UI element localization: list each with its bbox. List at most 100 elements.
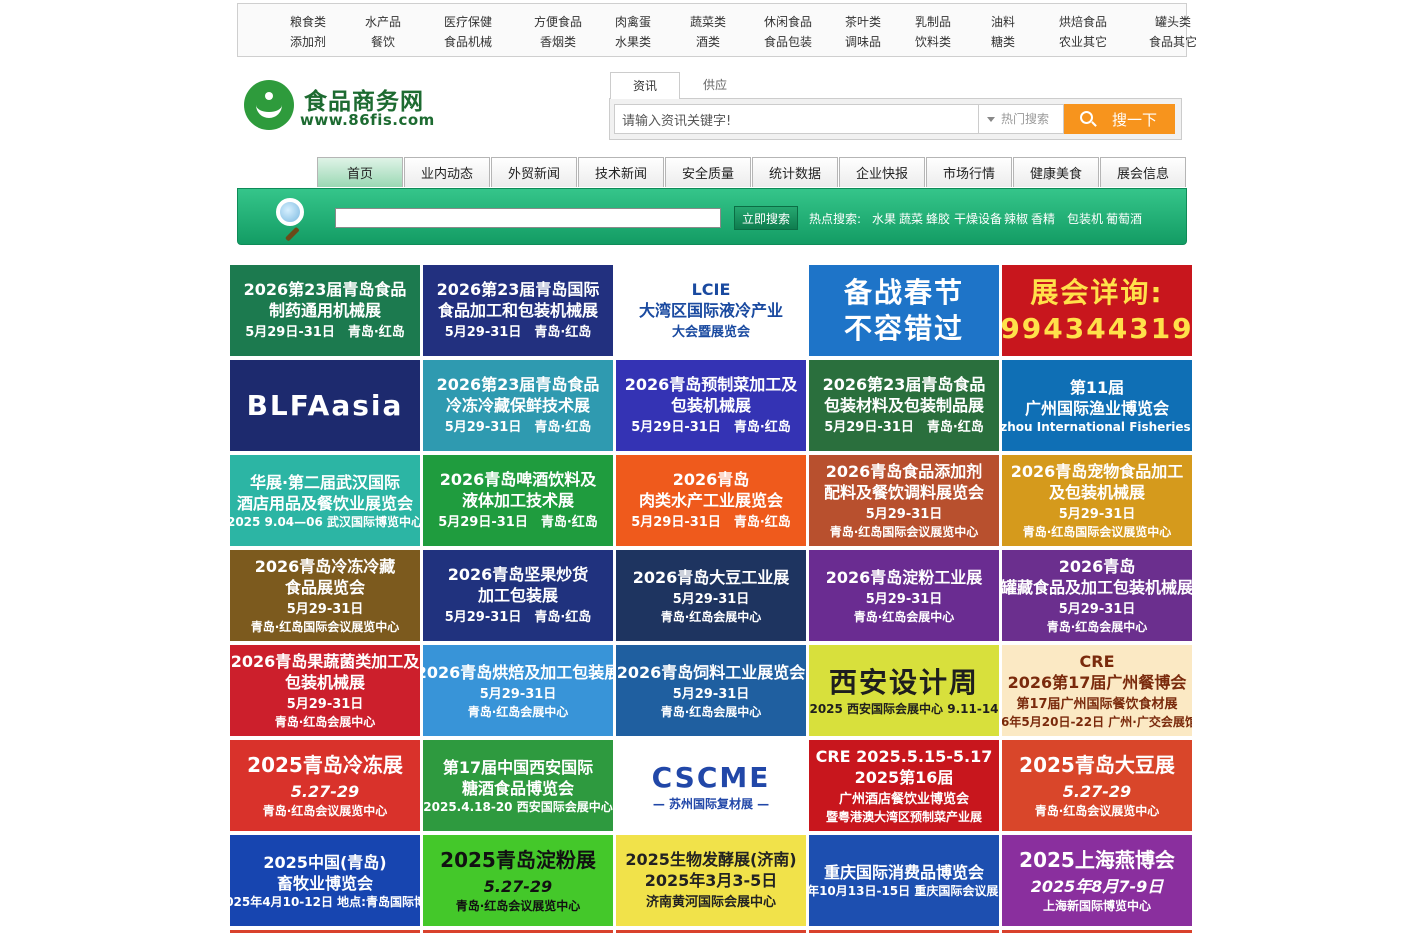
- hot-keyword[interactable]: 包装机: [1067, 210, 1103, 227]
- banner-text: 5月29-31日 青岛·红岛: [444, 325, 592, 340]
- exhibition-banner[interactable]: 2025青岛冷冻展 5.27-29 青岛·红岛会议展览中心: [230, 740, 420, 831]
- category-link[interactable]: 食品包装: [748, 32, 828, 52]
- banner-text: 5.27-29: [483, 877, 553, 896]
- category-link[interactable]: 罐头类: [1128, 12, 1218, 32]
- exhibition-banner[interactable]: 华展·第二届武汉国际 酒店用品及餐饮业展览会 2025 9.04—06 武汉国际博览…: [230, 455, 420, 546]
- exhibition-banner[interactable]: 2026青岛烘焙及加工包装展 5月29-31日 青岛·红岛会展中心: [423, 645, 613, 736]
- category-link[interactable]: 食品机械: [418, 32, 518, 52]
- category-link[interactable]: 酒类: [668, 32, 748, 52]
- hot-keyword[interactable]: 蔬菜: [899, 210, 923, 227]
- exhibition-banner[interactable]: CRE 2025.5.15-5.17 2025第16届 广州酒店餐饮业博览会 暨粤港澳…: [809, 740, 999, 831]
- hot-keyword[interactable]: 蜂胶: [926, 210, 950, 227]
- category-link[interactable]: 食品其它: [1128, 32, 1218, 52]
- category-link[interactable]: 休闲食品: [748, 12, 828, 32]
- banner-text: 上海新国际博览中心: [1042, 899, 1151, 913]
- exhibition-banner[interactable]: 2026第23届青岛食品 包装材料及包装制品展 5月29日-31日 青岛·红岛: [809, 360, 999, 451]
- category-link[interactable]: 烘焙食品: [1038, 12, 1128, 32]
- logo-mark-icon: [244, 80, 294, 130]
- secondary-search-input[interactable]: [335, 208, 721, 228]
- hot-keyword[interactable]: 香精: [1031, 210, 1055, 227]
- hot-keyword[interactable]: 干燥设备: [954, 210, 1002, 227]
- exhibition-banner[interactable]: 2026青岛 肉类水产工业展览会 5月29日-31日 青岛·红岛: [616, 455, 806, 546]
- instant-search-button[interactable]: 立即搜索: [734, 206, 798, 230]
- exhibition-banner[interactable]: 西安设计周 2025 西安国际会展中心 9.11-14: [809, 645, 999, 736]
- exhibition-banner[interactable]: LCIE 大湾区国际液冷产业 大会暨展览会: [616, 265, 806, 356]
- category-link[interactable]: 调味品: [828, 32, 898, 52]
- category-link[interactable]: 医疗保健: [418, 12, 518, 32]
- category-link[interactable]: 油料: [968, 12, 1038, 32]
- hot-keyword[interactable]: 辣椒: [1004, 210, 1028, 227]
- category-panel: 粮食类 水产品 医疗保健 方便食品 肉禽蛋 蔬菜类 休闲食品 茶叶类 乳制品 油料 烘焙食品 罐头类添…: [237, 3, 1197, 57]
- category-link[interactable]: 水产品: [348, 12, 418, 32]
- exhibition-banner[interactable]: 2025中国(青岛)畜牧业博览会时间:2025年4月10-12日 地点:青岛国际…: [230, 835, 420, 926]
- exhibition-banner[interactable]: 2026青岛果蔬菌类加工及 包装机械展 5月29-31日 青岛·红岛会展中心: [230, 645, 420, 736]
- nav-item[interactable]: 统计数据: [752, 157, 838, 187]
- banner-text: 5月29-31日: [286, 602, 364, 617]
- exhibition-banner[interactable]: BLFAasia: [230, 360, 420, 451]
- category-link[interactable]: 粮食类: [268, 12, 348, 32]
- category-link[interactable]: 乳制品: [898, 12, 968, 32]
- search-input[interactable]: [614, 104, 978, 134]
- exhibition-banner[interactable]: 重庆国际消费品博览会 2025年10月13日-15日 重庆国际会议展览中心: [809, 835, 999, 926]
- banner-text: 大会暨展览会: [671, 325, 750, 340]
- exhibition-banner[interactable]: 2026青岛大豆工业展 5月29-31日 青岛·红岛会展中心: [616, 550, 806, 641]
- banner-text: 5月29-31日: [865, 507, 943, 522]
- exhibition-banner[interactable]: 2026青岛饲料工业展览会 5月29-31日 青岛·红岛会展中心: [616, 645, 806, 736]
- nav-item[interactable]: 健康美食: [1013, 157, 1099, 187]
- exhibition-banner[interactable]: CRE 2026第17届广州餐博会第17届广州国际餐饮食材展 2026年5月20日-…: [1002, 645, 1192, 736]
- nav-item[interactable]: 安全质量: [665, 157, 751, 187]
- exhibition-banner[interactable]: 2026青岛淀粉工业展 5月29-31日 青岛·红岛会展中心: [809, 550, 999, 641]
- banner-text: 青岛·红岛会展中心: [660, 704, 762, 719]
- banner-text: 5月29日-31日 青岛·红岛: [824, 420, 984, 435]
- category-link[interactable]: 饮料类: [898, 32, 968, 52]
- nav-item[interactable]: 展会信息: [1100, 157, 1186, 187]
- banner-text: CRE: [1079, 652, 1115, 671]
- exhibition-banner[interactable]: 2026第23届青岛食品 冷冻冷藏保鲜技术展 5月29-31日 青岛·红岛: [423, 360, 613, 451]
- category-link[interactable]: 方便食品: [518, 12, 598, 32]
- category-link[interactable]: 水果类: [598, 32, 668, 52]
- category-link[interactable]: 餐饮: [348, 32, 418, 52]
- exhibition-banner[interactable]: 2026第23届青岛食品 制药通用机械展 5月29日-31日 青岛·红岛: [230, 265, 420, 356]
- category-link[interactable]: 蔬菜类: [668, 12, 748, 32]
- exhibition-banner[interactable]: 2026青岛冷冻冷藏 食品展览会 5月29-31日 青岛·红岛国际会议展览中心: [230, 550, 420, 641]
- exhibition-banner[interactable]: 2025青岛淀粉展 5.27-29 青岛·红岛会议展览中心: [423, 835, 613, 926]
- site-logo[interactable]: 食品商务网 www.86fis.com: [244, 80, 444, 132]
- exhibition-banner[interactable]: 2025青岛大豆展 5.27-29 青岛·红岛会议展览中心: [1002, 740, 1192, 831]
- exhibition-banner[interactable]: 展会详询:19943443191: [1002, 265, 1192, 356]
- exhibition-banner[interactable]: 备战春节 不容错过: [809, 265, 999, 356]
- tab-supply[interactable]: 供应: [680, 72, 750, 99]
- exhibition-banner[interactable]: 2026青岛预制菜加工及 包装机械展 5月29日-31日 青岛·红岛: [616, 360, 806, 451]
- exhibition-banner[interactable]: 第11届广州国际渔业博览会The 11th Guangzhou Internat…: [1002, 360, 1192, 451]
- category-link[interactable]: 农业其它: [1038, 32, 1128, 52]
- nav-item[interactable]: 外贸新闻: [491, 157, 577, 187]
- exhibition-banner[interactable]: 2025生物发酵展(济南) 2025年3月3-5日 济南黄河国际会展中心: [616, 835, 806, 926]
- category-link[interactable]: 茶叶类: [828, 12, 898, 32]
- banner-text: 2026年5月20日-22日 广州·广交会展馆B区: [1002, 715, 1192, 729]
- category-link[interactable]: 糖类: [968, 32, 1038, 52]
- exhibition-banner[interactable]: 2025上海燕博会 2025年8月7-9日 上海新国际博览中心: [1002, 835, 1192, 926]
- banner-text: 2026青岛烘焙及加工包装展: [423, 662, 613, 682]
- tab-news[interactable]: 资讯: [610, 72, 680, 99]
- exhibition-banner[interactable]: 2026青岛食品添加剂 配料及餐饮调料展览会 5月29-31日 青岛·红岛国际会议展览…: [809, 455, 999, 546]
- nav-item[interactable]: 首页: [317, 157, 403, 187]
- hot-search-dropdown[interactable]: 热门搜索: [978, 104, 1064, 134]
- hot-keyword[interactable]: 水果: [872, 210, 896, 227]
- exhibition-banner[interactable]: CSCME — 苏州国际复材展 —: [616, 740, 806, 831]
- banner-text: 2026青岛食品添加剂: [825, 462, 983, 481]
- exhibition-banner[interactable]: 第17届中国西安国际 糖酒食品博览会 2025.4.18-20 西安国际会展中心: [423, 740, 613, 831]
- hot-keyword[interactable]: 葡萄酒: [1106, 210, 1142, 227]
- nav-item[interactable]: 企业快报: [839, 157, 925, 187]
- nav-item[interactable]: 市场行情: [926, 157, 1012, 187]
- category-link[interactable]: 肉禽蛋: [598, 12, 668, 32]
- banner-text: 糖酒食品博览会: [461, 778, 574, 798]
- exhibition-banner[interactable]: 2026青岛 罐藏食品及加工包装机械展 5月29-31日 青岛·红岛会展中心: [1002, 550, 1192, 641]
- exhibition-banner[interactable]: 2026青岛宠物食品加工 及包装机械展 5月29-31日 青岛·红岛国际会议展览中心: [1002, 455, 1192, 546]
- category-link[interactable]: 添加剂: [268, 32, 348, 52]
- exhibition-banner[interactable]: 2026第23届青岛国际 食品加工和包装机械展 5月29-31日 青岛·红岛: [423, 265, 613, 356]
- search-button[interactable]: 搜一下: [1064, 104, 1175, 134]
- nav-item[interactable]: 技术新闻: [578, 157, 664, 187]
- nav-item[interactable]: 业内动态: [404, 157, 490, 187]
- exhibition-banner[interactable]: 2026青岛坚果炒货 加工包装展 5月29-31日 青岛·红岛: [423, 550, 613, 641]
- category-link[interactable]: 香烟类: [518, 32, 598, 52]
- exhibition-banner[interactable]: 2026青岛啤酒饮料及 液体加工技术展 5月29日-31日 青岛·红岛: [423, 455, 613, 546]
